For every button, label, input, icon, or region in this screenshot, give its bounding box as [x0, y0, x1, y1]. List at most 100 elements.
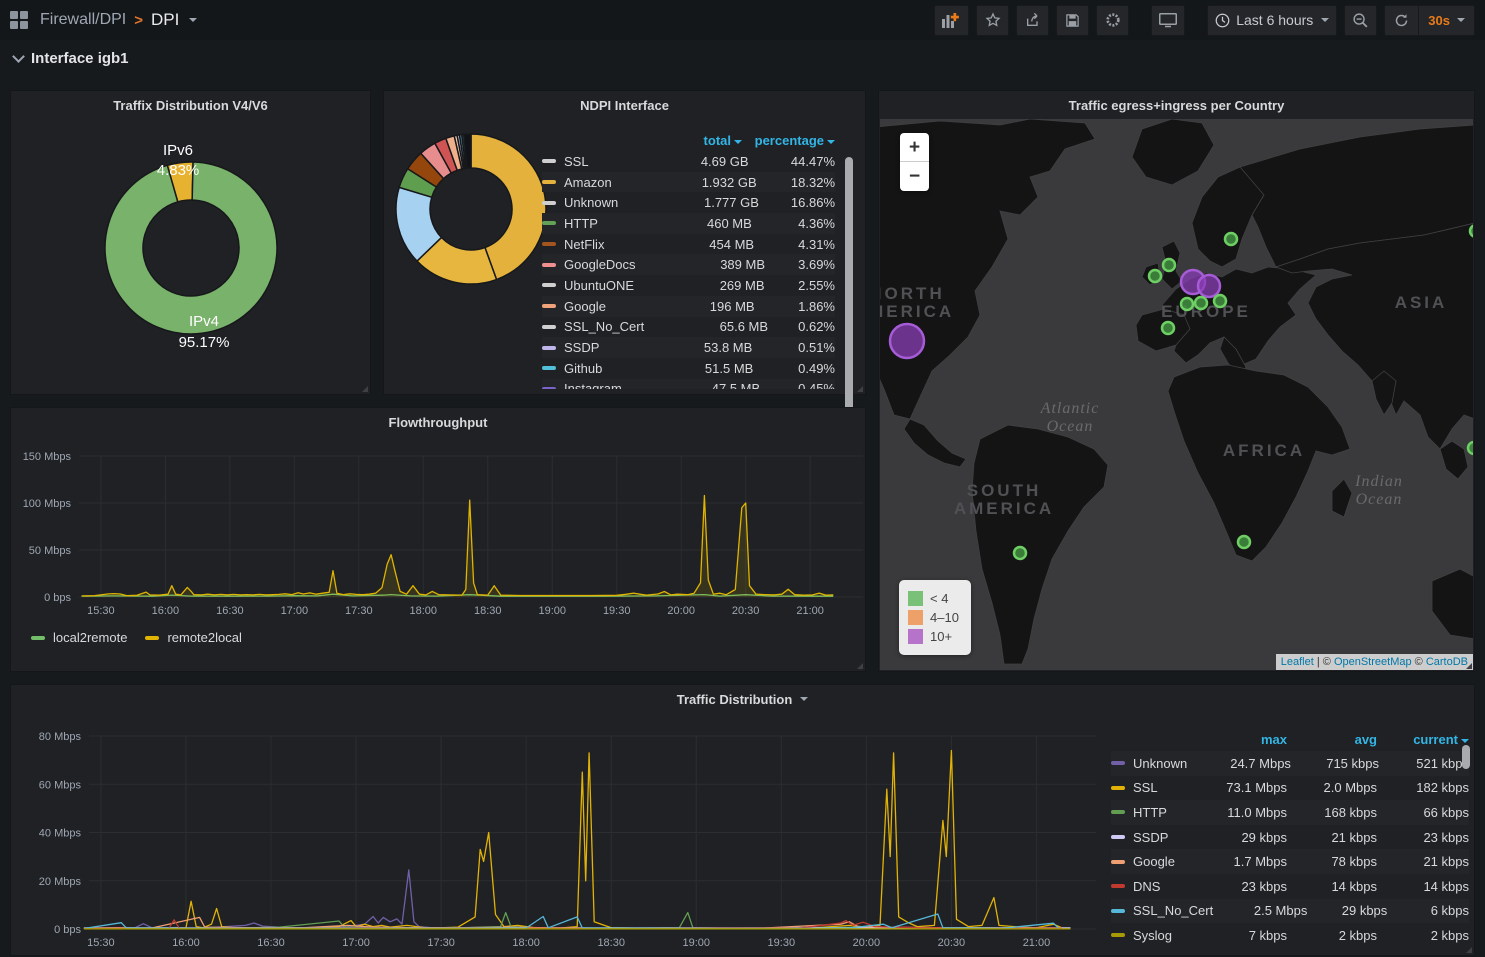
map-marker-purple[interactable]: [1198, 275, 1220, 297]
series-name[interactable]: SSDP: [564, 340, 599, 355]
traffic-distribution-chart[interactable]: 0 bps20 Mbps40 Mbps60 Mbps80 Mbps15:3016…: [11, 685, 1106, 955]
series-color-dash[interactable]: [542, 283, 556, 287]
column-current[interactable]: current: [1377, 729, 1469, 751]
time-range-picker[interactable]: Last 6 hours: [1207, 5, 1337, 36]
table-row: SSL_No_Cert2.5 Mbps29 kbps6 kbps: [1111, 899, 1469, 924]
series-name[interactable]: SSDP: [1111, 830, 1181, 845]
map-legend-item: 10+: [908, 627, 959, 646]
series-color-dash[interactable]: [542, 325, 556, 329]
series-name[interactable]: Google: [564, 299, 606, 314]
table-row: Unknown1.777 GB16.86%: [542, 192, 835, 213]
ndpi-table: total percentage SSL4.69 GB44.47%Amazon1…: [542, 131, 835, 389]
series-name[interactable]: Amazon: [564, 175, 612, 190]
series-name[interactable]: Unknown: [1111, 756, 1187, 771]
magnifier-minus-icon: [1352, 12, 1369, 29]
series-name[interactable]: Syslog: [1111, 928, 1181, 943]
series-color-dash[interactable]: [542, 304, 556, 308]
map-marker-green[interactable]: [1214, 295, 1226, 307]
series-max: 11.0 Mbps: [1181, 805, 1287, 820]
row-header-interface-igb1[interactable]: Interface igb1: [14, 50, 129, 67]
world-map[interactable]: NORTHAMERICAEUROPEASIAAFRICASOUTHAMERICA…: [880, 119, 1473, 670]
traffic-legend-scrollbar[interactable]: [1462, 745, 1470, 769]
series-name[interactable]: Unknown: [564, 195, 618, 210]
table-row: Amazon1.932 GB18.32%: [542, 172, 835, 193]
map-marker-green[interactable]: [1468, 442, 1473, 454]
map-marker-green[interactable]: [1195, 297, 1207, 309]
legend-item[interactable]: remote2local: [145, 630, 241, 645]
column-avg[interactable]: avg: [1287, 729, 1377, 751]
series-total: 4.69 GB: [589, 154, 749, 169]
series-color-dash[interactable]: [542, 263, 556, 267]
settings-button[interactable]: [1096, 5, 1129, 36]
apps-grid-icon[interactable]: [10, 11, 28, 29]
ndpi-donut-chart[interactable]: [384, 119, 554, 394]
refresh-button[interactable]: [1385, 6, 1418, 35]
chevron-down-icon[interactable]: [189, 18, 197, 22]
column-total[interactable]: total: [570, 131, 742, 151]
map-marker-green[interactable]: [1149, 270, 1161, 282]
map-marker-purple[interactable]: [890, 324, 924, 358]
ndpi-scrollbar[interactable]: [845, 157, 853, 415]
series-name[interactable]: Google: [1111, 854, 1181, 869]
zoom-out-time-button[interactable]: [1344, 5, 1377, 36]
series-color-dash[interactable]: [542, 242, 556, 246]
series-color-dash[interactable]: [542, 201, 556, 205]
map-marker-green[interactable]: [1162, 322, 1174, 334]
series-name[interactable]: Github: [564, 361, 602, 376]
series-name[interactable]: SSL_No_Cert: [1111, 903, 1213, 918]
table-row: Instagram47.5 MB0.45%: [542, 379, 835, 389]
cartodb-link[interactable]: CartoDB: [1426, 656, 1468, 668]
navbar: Firewall/DPI > DPI: [0, 0, 1485, 40]
star-button[interactable]: [976, 5, 1009, 36]
series-name[interactable]: NetFlix: [564, 237, 604, 252]
series-color-dash[interactable]: [542, 221, 556, 225]
legend-item[interactable]: local2remote: [31, 630, 127, 645]
series-name[interactable]: Instagram: [564, 381, 622, 389]
column-percentage[interactable]: percentage: [742, 131, 835, 151]
share-button[interactable]: [1016, 5, 1049, 36]
map-marker-green[interactable]: [1470, 225, 1473, 237]
series-name[interactable]: DNS: [1111, 879, 1181, 894]
legend-label: 4–10: [930, 610, 959, 625]
series-avg: 2.0 Mbps: [1287, 780, 1377, 795]
series-current: 23 kbps: [1377, 830, 1469, 845]
map-marker-green[interactable]: [1014, 547, 1026, 559]
series-color-dash[interactable]: [542, 366, 556, 370]
column-max[interactable]: max: [1181, 729, 1287, 751]
panel-title[interactable]: Traffix Distribution V4/V6: [11, 91, 370, 119]
osm-link[interactable]: OpenStreetMap: [1334, 656, 1412, 668]
refresh-control: 30s: [1384, 5, 1475, 36]
panel-title[interactable]: NDPI Interface: [384, 91, 865, 119]
series-color-dash[interactable]: [542, 159, 556, 163]
map-continent-label: SOUTH: [967, 481, 1042, 500]
refresh-interval-picker[interactable]: 30s: [1418, 6, 1474, 35]
star-icon: [985, 12, 1001, 28]
series-color-dash[interactable]: [542, 180, 556, 184]
series-name[interactable]: HTTP: [1111, 805, 1181, 820]
map-zoom-out-button[interactable]: −: [900, 162, 929, 191]
series-color-dash: [1111, 786, 1125, 790]
save-button[interactable]: [1056, 5, 1089, 36]
map-marker-green[interactable]: [1238, 536, 1250, 548]
series-percentage: 1.86%: [755, 299, 835, 314]
leaflet-link[interactable]: Leaflet: [1281, 656, 1314, 668]
series-name[interactable]: HTTP: [564, 216, 598, 231]
breadcrumb-dashboard[interactable]: DPI: [151, 10, 179, 30]
map-marker-green[interactable]: [1181, 298, 1193, 310]
map-zoom-in-button[interactable]: +: [900, 133, 929, 162]
series-name[interactable]: SSL_No_Cert: [564, 319, 644, 334]
series-name[interactable]: SSL: [1111, 780, 1181, 795]
series-name[interactable]: GoogleDocs: [564, 257, 636, 272]
add-panel-button[interactable]: [934, 5, 969, 36]
map-marker-green[interactable]: [1225, 233, 1237, 245]
map-marker-green[interactable]: [1163, 259, 1175, 271]
traffix-donut-chart[interactable]: [11, 119, 370, 394]
cycle-view-button[interactable]: [1151, 5, 1185, 36]
series-name[interactable]: SSL: [564, 154, 589, 169]
breadcrumb-folder[interactable]: Firewall/DPI: [40, 11, 126, 29]
panel-title[interactable]: Traffic egress+ingress per Country: [879, 91, 1474, 119]
series-color-dash[interactable]: [542, 387, 556, 389]
series-total: 47.5 MB: [622, 381, 760, 389]
series-name[interactable]: UbuntuONE: [564, 278, 634, 293]
series-color-dash[interactable]: [542, 346, 556, 350]
